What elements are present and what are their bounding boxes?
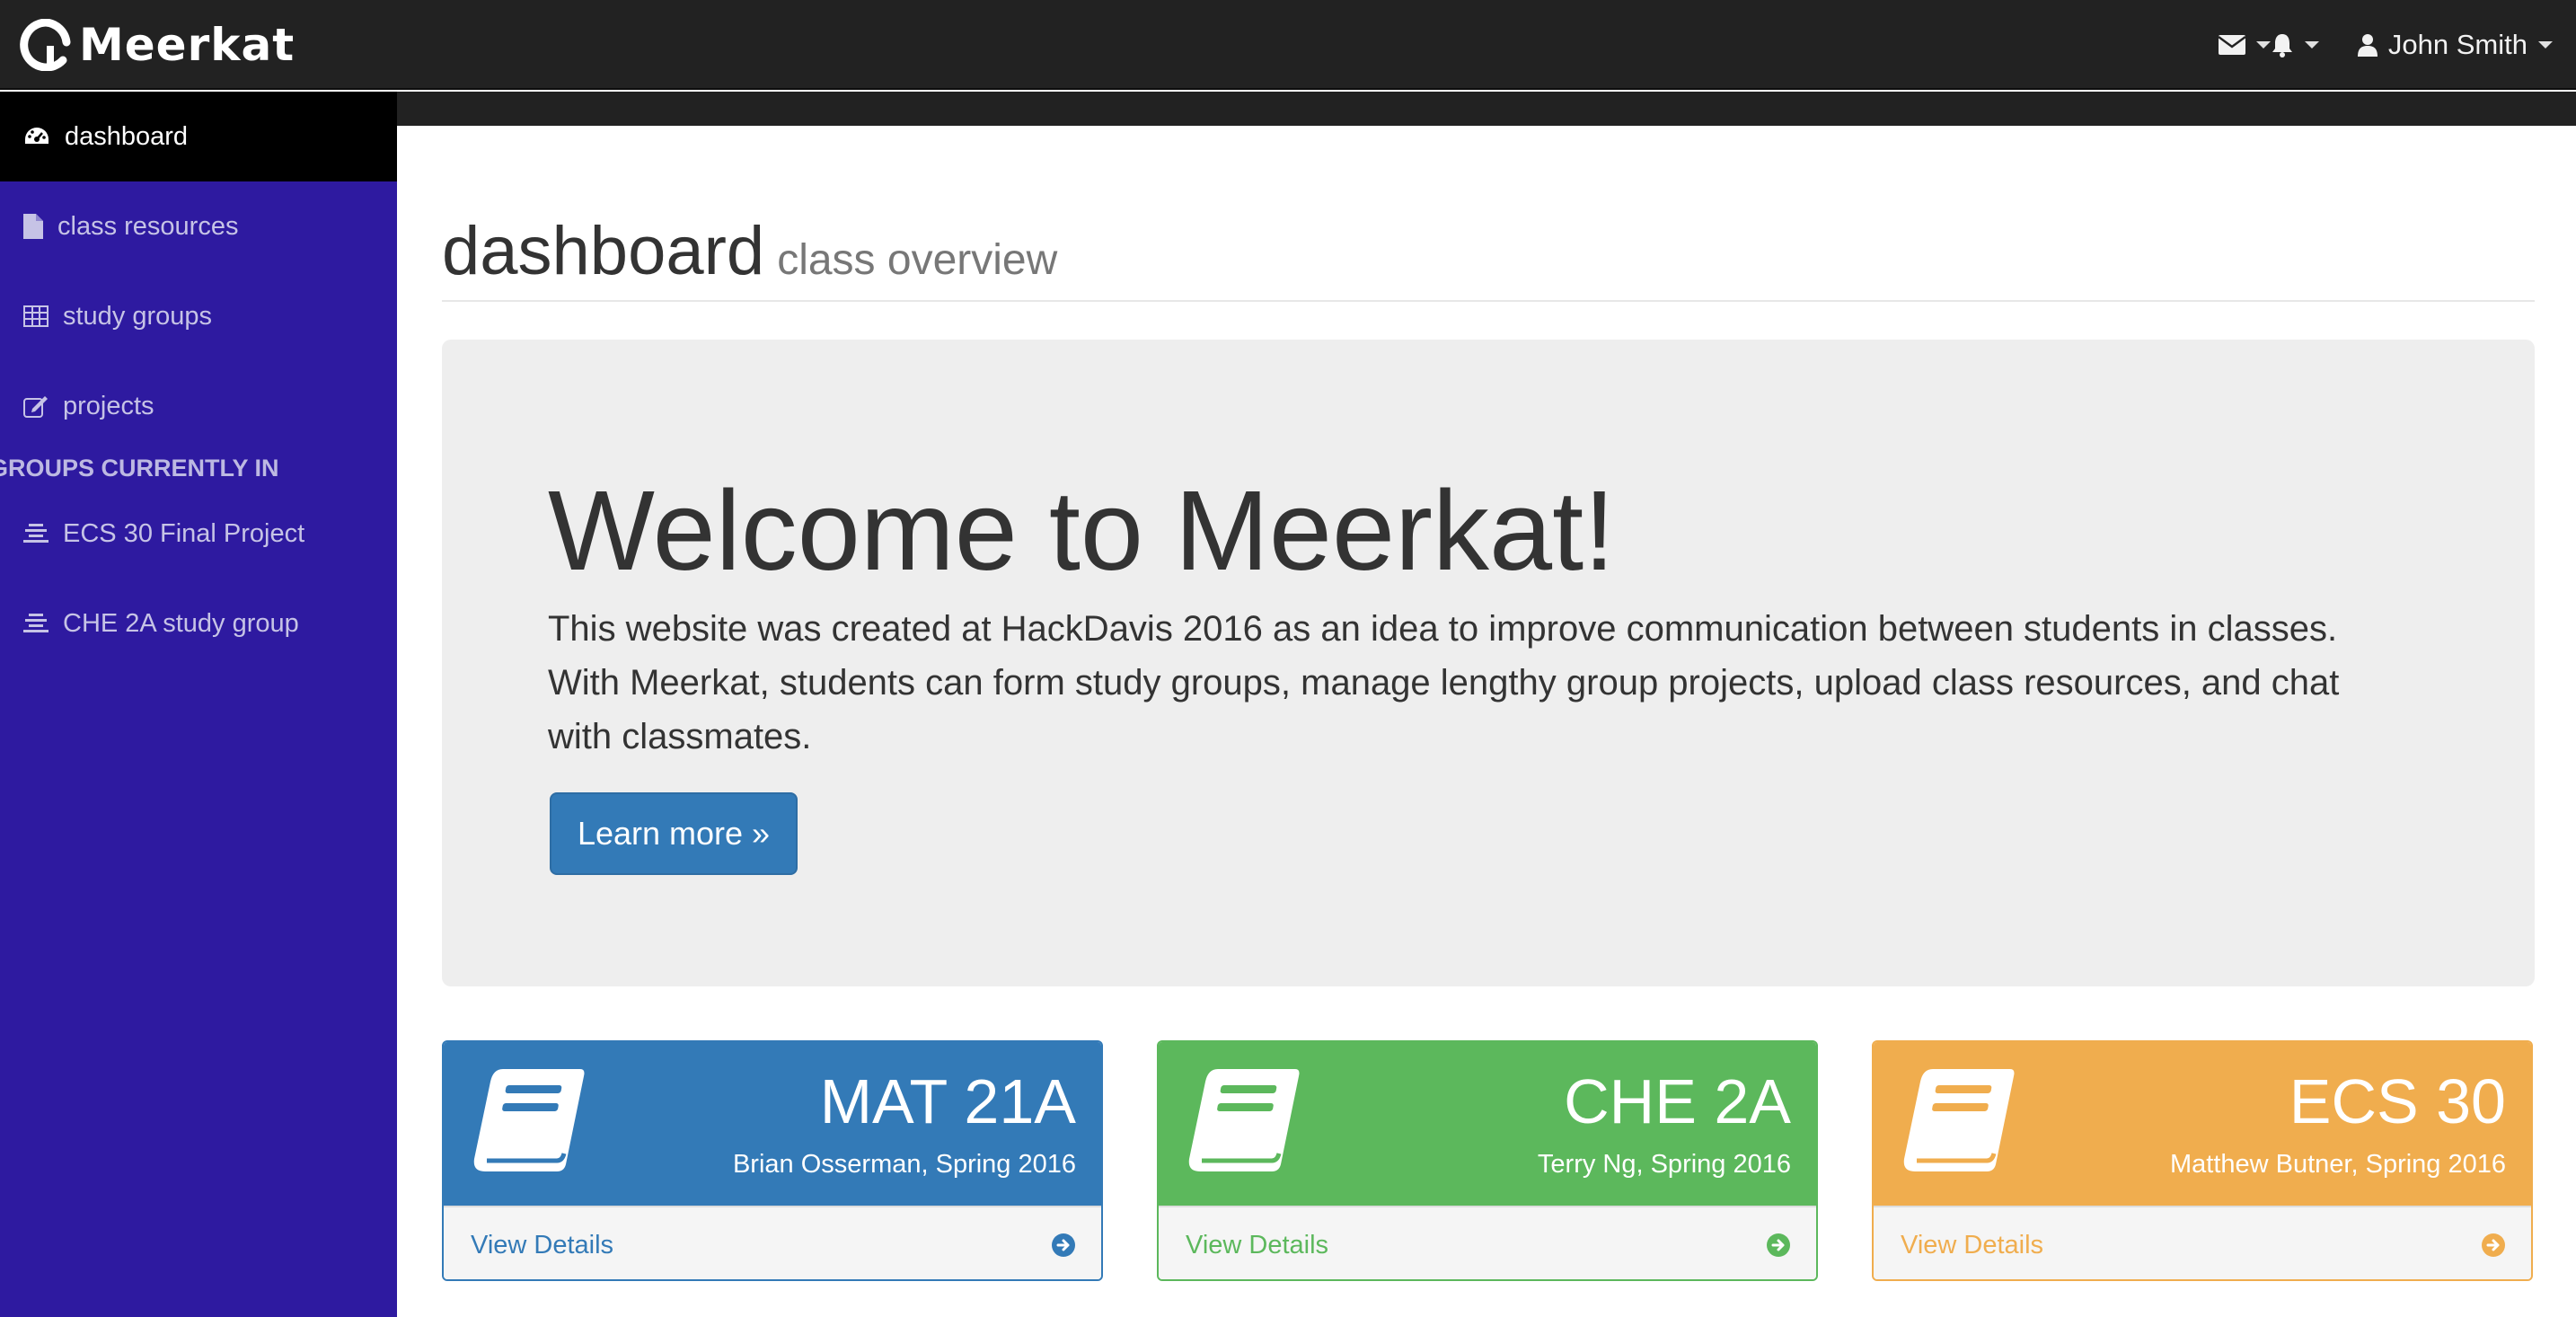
meerkat-logo-icon — [20, 19, 71, 71]
content-top-strip — [397, 92, 2576, 126]
dashboard-icon — [25, 128, 49, 144]
course-instructor: Terry Ng, Spring 2016 — [1537, 1150, 1791, 1179]
course-panel-heading: CHE 2A Terry Ng, Spring 2016 — [1159, 1042, 1816, 1206]
course-panel-mat21a: MAT 21A Brian Osserman, Spring 2016 View… — [442, 1040, 1103, 1281]
align-center-icon — [23, 524, 49, 543]
sidebar-item-class-resources[interactable]: class resources — [0, 181, 397, 271]
page-title: dashboard — [442, 213, 765, 289]
course-code: MAT 21A — [819, 1066, 1076, 1136]
envelope-icon — [2219, 35, 2245, 55]
brand[interactable]: Meerkat — [20, 13, 295, 77]
view-details-label: View Details — [1901, 1231, 2044, 1260]
caret-down-icon — [2538, 41, 2553, 49]
align-center-icon — [23, 614, 49, 632]
table-icon — [23, 305, 49, 327]
user-icon — [2357, 34, 2378, 57]
alerts-dropdown[interactable] — [2271, 0, 2319, 90]
user-name: John Smith — [2387, 29, 2527, 60]
sidebar-item-study-groups[interactable]: study groups — [0, 271, 397, 361]
welcome-jumbotron: Welcome to Meerkat! This website was cre… — [442, 340, 2535, 986]
top-navbar: Meerkat John Smith — [0, 0, 2576, 90]
user-dropdown[interactable]: John Smith — [2357, 0, 2553, 90]
view-details-label: View Details — [471, 1231, 614, 1260]
book-icon — [1903, 1069, 2015, 1171]
course-panel-heading: ECS 30 Matthew Butner, Spring 2016 — [1874, 1042, 2531, 1206]
sidebar-item-che2a-study-group[interactable]: CHE 2A study group — [0, 579, 397, 668]
sidebar-item-label: CHE 2A study group — [63, 608, 299, 638]
messages-dropdown[interactable] — [2219, 0, 2271, 90]
file-icon — [23, 214, 43, 239]
sidebar-item-ecs30-final-project[interactable]: ECS 30 Final Project — [0, 489, 397, 579]
arrow-circle-right-icon — [1767, 1233, 1790, 1257]
course-panel-ecs30: ECS 30 Matthew Butner, Spring 2016 View … — [1872, 1040, 2533, 1281]
welcome-title: Welcome to Meerkat! — [548, 467, 1616, 594]
sidebar-item-label: study groups — [63, 301, 213, 331]
book-icon — [473, 1069, 585, 1171]
view-details-link[interactable]: View Details — [1874, 1206, 2531, 1279]
caret-down-icon — [2256, 41, 2271, 49]
course-panel-heading: MAT 21A Brian Osserman, Spring 2016 — [444, 1042, 1101, 1206]
page-subtitle: class overview — [777, 236, 1058, 284]
sidebar-item-projects[interactable]: projects — [0, 361, 397, 451]
arrow-circle-right-icon — [1052, 1233, 1075, 1257]
groups-section-header: GROUPS CURRENTLY IN — [0, 455, 279, 482]
bell-icon — [2272, 34, 2292, 57]
course-panel-che2a: CHE 2A Terry Ng, Spring 2016 View Detail… — [1157, 1040, 1818, 1281]
sidebar-item-label: projects — [63, 391, 154, 420]
sidebar-item-dashboard[interactable]: dashboard — [0, 92, 397, 181]
view-details-link[interactable]: View Details — [444, 1206, 1101, 1279]
welcome-text: This website was created at HackDavis 20… — [548, 609, 2340, 756]
view-details-link[interactable]: View Details — [1159, 1206, 1816, 1279]
course-instructor: Matthew Butner, Spring 2016 — [2169, 1150, 2506, 1179]
page-header: dashboard class overview — [442, 212, 2535, 302]
book-icon — [1188, 1069, 1300, 1171]
course-code: CHE 2A — [1564, 1066, 1791, 1136]
edit-icon — [23, 396, 48, 418]
course-code: ECS 30 — [2289, 1066, 2506, 1136]
sidebar-item-label: dashboard — [65, 121, 189, 151]
sidebar: dashboard class resources study groups p… — [0, 92, 397, 1317]
learn-more-button[interactable]: Learn more » — [550, 792, 798, 875]
sidebar-item-label: class resources — [57, 211, 239, 241]
arrow-circle-right-icon — [2482, 1233, 2505, 1257]
course-instructor: Brian Osserman, Spring 2016 — [732, 1150, 1076, 1179]
view-details-label: View Details — [1186, 1231, 1329, 1260]
brand-name: Meerkat — [79, 19, 296, 71]
sidebar-item-label: ECS 30 Final Project — [63, 518, 305, 548]
caret-down-icon — [2305, 41, 2319, 49]
